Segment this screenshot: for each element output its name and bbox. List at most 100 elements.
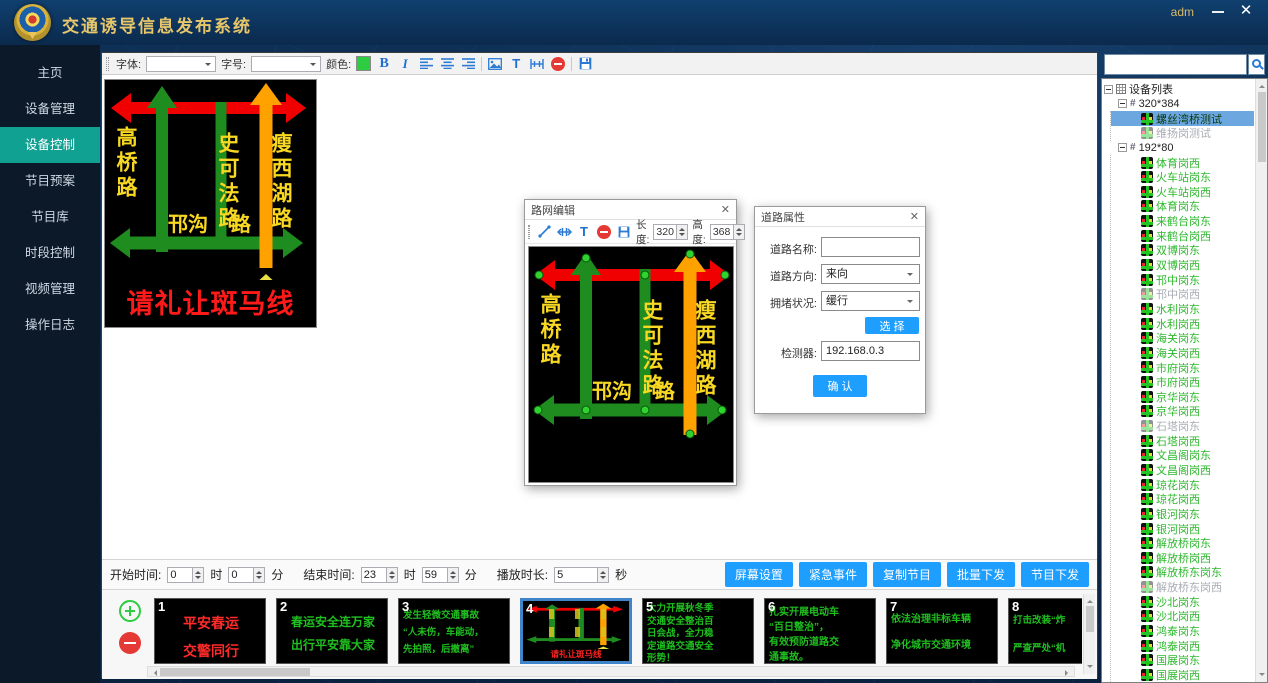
device-item[interactable]: 火车站岗西	[1111, 184, 1254, 199]
sidebar-item-4[interactable]: 节目预案	[0, 163, 100, 199]
tree-group-192*80[interactable]: #192*80	[1104, 141, 1254, 156]
edit-canvas[interactable]: 高桥路史可法路瘦西湖路邗沟路请礼让斑马线 路网编辑 T	[102, 75, 1097, 559]
program-thumb-2[interactable]: 2春运安全连万家出行平安靠大家	[276, 598, 388, 664]
end-minute-spinner[interactable]: 59	[422, 567, 459, 583]
action-button-5[interactable]: 节目下发	[1021, 562, 1089, 587]
height-value[interactable]: 368	[710, 224, 734, 240]
device-item[interactable]: 石塔岗西	[1111, 433, 1254, 448]
scroll-up-icon[interactable]	[1087, 597, 1093, 603]
program-thumb-6[interactable]: 6扎实开展电动车“百日整治”，有效预防道路交通事故。	[764, 598, 876, 664]
device-item[interactable]: 来鹤台岗西	[1111, 228, 1254, 243]
device-item[interactable]: 国展岗西	[1111, 668, 1254, 682]
duration-spinner[interactable]: 5	[554, 567, 609, 583]
start-hour-value[interactable]: 0	[167, 567, 193, 583]
select-detector-button[interactable]: 选 择	[865, 317, 919, 334]
insert-text-button[interactable]: T	[508, 56, 524, 72]
spinner-arrows[interactable]	[254, 567, 265, 583]
program-thumb-3[interactable]: 3发生轻微交通事故“人未伤，车能动，先拍照，后撤离”	[398, 598, 510, 664]
scrollbar-thumb[interactable]	[1086, 606, 1094, 632]
action-button-2[interactable]: 紧急事件	[799, 562, 867, 587]
program-thumb-7[interactable]: 7依法治理非标车辆净化城市交通环境	[886, 598, 998, 664]
tree-root[interactable]: 设备列表	[1104, 82, 1254, 97]
device-item[interactable]: 维扬岗测试	[1111, 126, 1254, 141]
device-item[interactable]: 解放桥东岗西	[1111, 580, 1254, 595]
device-item[interactable]: 银河岗西	[1111, 521, 1254, 536]
font-size-select[interactable]	[251, 56, 321, 72]
device-item[interactable]: 国展岗东	[1111, 653, 1254, 668]
device-item[interactable]: 沙北岗东	[1111, 594, 1254, 609]
congestion-select[interactable]: 缓行	[821, 291, 920, 311]
device-search-button[interactable]	[1248, 54, 1265, 75]
scroll-right-icon[interactable]	[1065, 670, 1071, 676]
device-item[interactable]: 沙北岗西	[1111, 609, 1254, 624]
spinner-arrows[interactable]	[677, 224, 688, 240]
device-item[interactable]: 琼花岗东	[1111, 477, 1254, 492]
start-hour-spinner[interactable]: 0	[167, 567, 204, 583]
device-item[interactable]: 石塔岗东	[1111, 419, 1254, 434]
device-item[interactable]: 鸿泰岗东	[1111, 624, 1254, 639]
collapse-icon[interactable]	[1118, 143, 1127, 152]
end-minute-value[interactable]: 59	[422, 567, 448, 583]
confirm-button[interactable]: 确 认	[813, 375, 867, 397]
length-value[interactable]: 320	[653, 224, 677, 240]
device-item[interactable]: 双博岗西	[1111, 258, 1254, 273]
sidebar-item-2[interactable]: 设备管理	[0, 91, 100, 127]
scroll-down-icon[interactable]	[1259, 673, 1265, 679]
device-item[interactable]: 银河岗东	[1111, 507, 1254, 522]
device-item[interactable]: 解放桥岗东	[1111, 536, 1254, 551]
close-icon[interactable]	[910, 210, 919, 223]
height-spinner[interactable]: 368	[710, 224, 745, 240]
device-item[interactable]: 海关岗西	[1111, 346, 1254, 361]
detector-input[interactable]: 192.168.0.3	[821, 341, 920, 361]
device-item[interactable]: 文昌阁岗西	[1111, 463, 1254, 478]
device-item[interactable]: 鸿泰岗西	[1111, 638, 1254, 653]
color-swatch[interactable]	[356, 56, 371, 71]
device-item[interactable]: 体育岗西	[1111, 155, 1254, 170]
device-item[interactable]: 琼花岗西	[1111, 492, 1254, 507]
save-button[interactable]	[616, 224, 632, 240]
spinner-arrows[interactable]	[734, 224, 745, 240]
device-item[interactable]: 解放桥东岗东	[1111, 565, 1254, 580]
device-item[interactable]: 市府岗东	[1111, 360, 1254, 375]
end-hour-value[interactable]: 23	[361, 567, 387, 583]
action-button-4[interactable]: 批量下发	[947, 562, 1015, 587]
insert-text-button[interactable]: T	[576, 224, 592, 240]
device-item[interactable]: 邗中岗东	[1111, 272, 1254, 287]
start-minute-value[interactable]: 0	[228, 567, 254, 583]
spinner-arrows[interactable]	[387, 567, 398, 583]
road-name-input[interactable]	[821, 237, 920, 257]
road-direction-select[interactable]: 来向	[821, 264, 920, 284]
draw-line-button[interactable]	[536, 224, 552, 240]
scroll-left-icon[interactable]	[151, 670, 157, 676]
sidebar-item-5[interactable]: 节目库	[0, 199, 100, 235]
screen-frame-button[interactable]	[529, 56, 545, 72]
device-item[interactable]: 螺丝湾桥测试	[1111, 111, 1254, 126]
length-spinner[interactable]: 320	[653, 224, 688, 240]
sidebar-item-3[interactable]: 设备控制	[0, 127, 100, 163]
insert-image-button[interactable]	[487, 56, 503, 72]
device-item[interactable]: 体育岗东	[1111, 199, 1254, 214]
device-item[interactable]: 水利岗东	[1111, 302, 1254, 317]
sidebar-item-6[interactable]: 时段控制	[0, 235, 100, 271]
scrollbar-thumb[interactable]	[160, 668, 310, 676]
add-program-button[interactable]	[119, 600, 141, 622]
dialog-titlebar[interactable]: 道路属性	[755, 207, 925, 227]
spinner-arrows[interactable]	[193, 567, 204, 583]
action-button-1[interactable]: 屏幕设置	[725, 562, 793, 587]
road-network-canvas[interactable]: 高桥路史可法路瘦西湖路邗沟路	[528, 246, 734, 483]
program-thumb-4[interactable]: 4请礼让斑马线	[520, 598, 632, 664]
device-item[interactable]: 京华岗西	[1111, 404, 1254, 419]
font-family-select[interactable]	[146, 56, 216, 72]
device-item[interactable]: 文昌阁岗东	[1111, 448, 1254, 463]
device-item[interactable]: 海关岗东	[1111, 331, 1254, 346]
spinner-arrows[interactable]	[598, 567, 609, 583]
sidebar-item-8[interactable]: 操作日志	[0, 307, 100, 343]
program-thumb-1[interactable]: 1平安春运交警同行	[154, 598, 266, 664]
program-thumb-5[interactable]: 5大力开展秋冬季交通安全整治百日会战，全力稳定道路交通安全形势！	[642, 598, 754, 664]
scroll-down-icon[interactable]	[1087, 665, 1093, 671]
remove-program-button[interactable]	[119, 632, 141, 654]
action-button-3[interactable]: 复制节目	[873, 562, 941, 587]
collapse-icon[interactable]	[1118, 99, 1127, 108]
device-item[interactable]: 市府岗西	[1111, 375, 1254, 390]
scrollbar-thumb[interactable]	[1258, 92, 1266, 162]
